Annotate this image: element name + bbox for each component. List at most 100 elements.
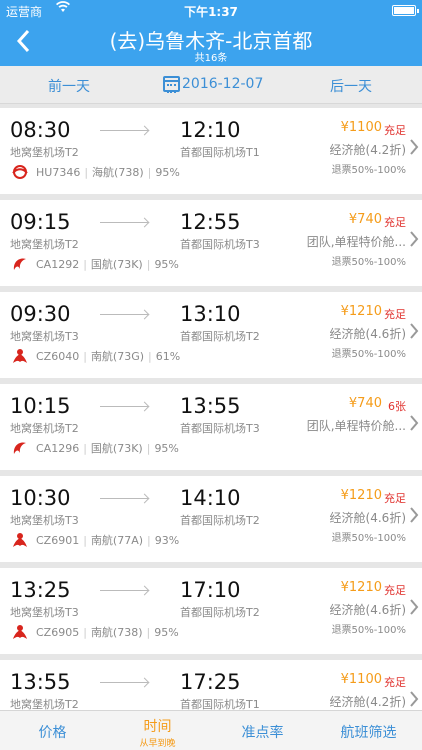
on-time-rate: 95%: [155, 165, 180, 179]
on-time-rate: 95%: [154, 441, 179, 455]
departure-time: 13:25: [10, 578, 71, 602]
arrival-airport: 首都国际机场T1: [180, 146, 260, 159]
airline-aircraft: 国航(73K): [90, 442, 143, 455]
flight-row[interactable]: 13:25 17:10 地窝堡机场T3 首都国际机场T2 CZ6905 | 南航…: [0, 568, 422, 654]
divider: |: [146, 257, 151, 271]
china-southern-logo: [10, 624, 30, 640]
departure-time: 08:30: [10, 118, 71, 142]
seat-availability: 充足: [384, 492, 406, 505]
china-southern-logo: [10, 348, 30, 364]
prev-day-button[interactable]: 前一天: [48, 76, 90, 96]
tab-label: 时间: [143, 719, 172, 735]
price: ¥1210: [340, 304, 382, 319]
arrival-airport: 首都国际机场T2: [180, 330, 260, 343]
refund-policy: 退票50%-100%: [331, 533, 406, 544]
flight-list[interactable]: 08:30 12:10 地窝堡机场T2 首都国际机场T1 HU7346 | 海航…: [0, 108, 422, 710]
flight-row[interactable]: 09:15 12:55 地窝堡机场T2 首都国际机场T3 CA1292 | 国航…: [0, 200, 422, 286]
arrival-airport: 首都国际机场T3: [180, 238, 260, 251]
departure-airport: 地窝堡机场T2: [10, 698, 79, 710]
cabin-class: 团队,单程特价舱...: [306, 235, 406, 249]
arrow-right-icon: [100, 682, 148, 683]
flight-row[interactable]: 10:30 14:10 地窝堡机场T3 首都国际机场T2 CZ6901 | 南航…: [0, 476, 422, 562]
arrival-airport: 首都国际机场T3: [180, 422, 260, 435]
departure-time: 10:15: [10, 394, 71, 418]
seat-availability: 充足: [384, 124, 406, 137]
on-time-rate: 95%: [154, 625, 179, 639]
flight-number: CZ6905: [36, 625, 80, 639]
cabin-class: 经济舱(4.2折): [329, 695, 406, 709]
seat-availability: 充足: [384, 308, 406, 321]
divider: |: [83, 349, 87, 363]
on-time-rate: 93%: [154, 533, 180, 547]
arrow-right-icon: [100, 222, 148, 223]
tab-flight-filter[interactable]: 航班筛选: [315, 711, 422, 750]
price: ¥1100: [340, 120, 382, 135]
divider: |: [146, 625, 151, 639]
calendar-icon: [163, 76, 180, 93]
tab-label: 准点率: [241, 725, 284, 741]
flight-meta: CZ6901 | 南航(77A) | 93%: [10, 532, 179, 548]
departure-time: 13:55: [10, 670, 71, 694]
flight-number: CA1292: [36, 257, 80, 271]
divider: |: [146, 441, 151, 455]
departure-airport: 地窝堡机场T2: [10, 146, 79, 159]
departure-airport: 地窝堡机场T3: [10, 606, 79, 619]
arrival-time: 13:10: [180, 302, 241, 326]
airline-aircraft: 海航(738): [92, 166, 144, 179]
arrival-airport: 首都国际机场T2: [180, 606, 260, 619]
departure-airport: 地窝堡机场T3: [10, 514, 79, 527]
arrow-right-icon: [100, 130, 148, 131]
arrival-time: 12:10: [180, 118, 241, 142]
price: ¥1210: [340, 580, 382, 595]
refund-policy: 退票50%-100%: [331, 257, 406, 268]
cabin-class: 经济舱(4.2折): [329, 143, 406, 157]
flight-row[interactable]: 08:30 12:10 地窝堡机场T2 首都国际机场T1 HU7346 | 海航…: [0, 108, 422, 194]
tab-price[interactable]: 价格: [0, 711, 105, 750]
refund-policy: 退票50%-100%: [331, 349, 406, 360]
next-day-button[interactable]: 后一天: [330, 76, 372, 96]
airline-aircraft: 南航(77A): [90, 534, 144, 547]
tab-on-time-rate[interactable]: 准点率: [210, 711, 315, 750]
tab-time[interactable]: 时间 从早到晚: [105, 711, 210, 750]
chevron-right-icon: [409, 598, 419, 621]
refund-policy: 退票50%-100%: [331, 165, 406, 176]
arrival-time: 17:10: [180, 578, 241, 602]
chevron-right-icon: [409, 322, 419, 345]
divider: |: [147, 165, 152, 179]
refund-policy: 退票50%-100%: [331, 625, 406, 636]
departure-airport: 地窝堡机场T2: [10, 422, 79, 435]
chevron-right-icon: [409, 506, 419, 529]
arrow-right-icon: [100, 314, 148, 315]
flight-row[interactable]: 09:30 13:10 地窝堡机场T3 首都国际机场T2 CZ6040 | 南航…: [0, 292, 422, 378]
divider: |: [83, 533, 87, 547]
cabin-class: 经济舱(4.6折): [329, 511, 406, 525]
status-time: 下午1:37: [184, 5, 238, 19]
chevron-right-icon: [409, 414, 419, 437]
divider: |: [83, 257, 87, 271]
seat-availability: 充足: [384, 584, 406, 597]
date-picker-button[interactable]: 2016-12-07: [163, 76, 264, 93]
price: ¥1100: [340, 672, 382, 687]
arrival-time: 13:55: [180, 394, 241, 418]
flight-row[interactable]: 10:15 13:55 地窝堡机场T2 首都国际机场T3 CA1296 | 国航…: [0, 384, 422, 470]
airline-aircraft: 南航(738): [90, 626, 143, 639]
arrow-right-icon: [100, 590, 148, 591]
arrow-right-icon: [100, 406, 148, 407]
air-china-logo: [10, 256, 30, 272]
cabin-class: 经济舱(4.6折): [329, 603, 406, 617]
departure-airport: 地窝堡机场T2: [10, 238, 79, 251]
divider: |: [147, 533, 151, 547]
flight-number: CZ6901: [36, 533, 80, 547]
arrival-airport: 首都国际机场T1: [180, 698, 260, 710]
result-count: 共16条: [194, 53, 228, 64]
departure-airport: 地窝堡机场T3: [10, 330, 79, 343]
tab-label: 航班筛选: [340, 725, 397, 741]
sort-tab-bar: 价格 时间 从早到晚 准点率 航班筛选: [0, 710, 422, 750]
flight-row[interactable]: 13:55 17:25 地窝堡机场T2 首都国际机场T1 ¥1100 充足 经济…: [0, 660, 422, 710]
tab-label: 价格: [38, 725, 67, 741]
cabin-class: 经济舱(4.6折): [329, 327, 406, 341]
arrow-right-icon: [100, 498, 148, 499]
selected-date: 2016-12-07: [182, 76, 264, 92]
flight-meta: CA1296 | 国航(73K) | 95%: [10, 440, 179, 456]
divider: |: [148, 349, 152, 363]
